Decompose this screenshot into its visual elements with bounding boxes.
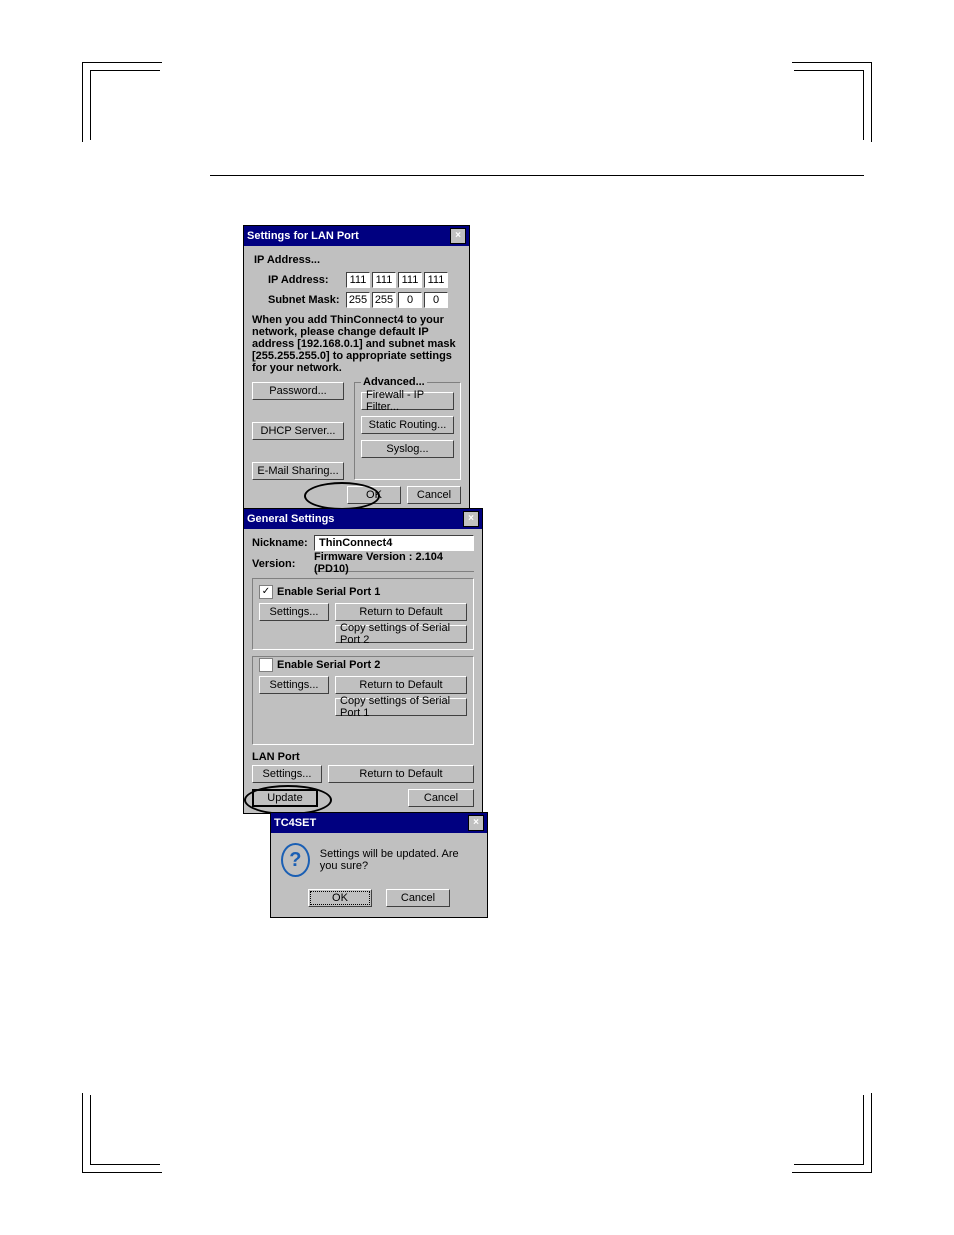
version-text: Firmware Version : 2.104 (PD10)	[314, 555, 474, 572]
checkbox-serial-port-1[interactable]: ✓	[259, 585, 273, 599]
syslog-button[interactable]: Syslog...	[361, 440, 454, 458]
ok-button[interactable]: OK	[347, 486, 401, 504]
ip-octet-4[interactable]: 111	[424, 272, 448, 288]
dhcp-server-button[interactable]: DHCP Server...	[252, 422, 344, 440]
dialog-title: Settings for LAN Port	[247, 230, 359, 242]
close-icon[interactable]: ×	[468, 815, 484, 831]
sp1-copy-sp2-button[interactable]: Copy settings of Serial Port 2	[335, 625, 467, 643]
password-button[interactable]: Password...	[252, 382, 344, 400]
mask-octet-2[interactable]: 255	[372, 292, 396, 308]
lan-return-default-button[interactable]: Return to Default	[328, 765, 474, 783]
close-icon[interactable]: ×	[450, 228, 466, 244]
checkbox-serial-port-2[interactable]	[259, 658, 273, 672]
label-subnet-mask: Subnet Mask:	[268, 294, 346, 306]
label-nickname: Nickname:	[252, 537, 314, 549]
nickname-field[interactable]: ThinConnect4	[314, 535, 474, 551]
group-ip-address: IP Address...	[254, 254, 461, 266]
label-version: Version:	[252, 558, 314, 570]
label-serial-port-1: Enable Serial Port 1	[277, 586, 380, 598]
sp2-settings-button[interactable]: Settings...	[259, 676, 329, 694]
dialog-general-settings: General Settings × Nickname: ThinConnect…	[243, 508, 483, 814]
cancel-button[interactable]: Cancel	[386, 889, 450, 907]
sp1-settings-button[interactable]: Settings...	[259, 603, 329, 621]
label-lan-port: LAN Port	[252, 751, 474, 763]
titlebar: General Settings ×	[244, 509, 482, 529]
label-ip-address: IP Address:	[268, 274, 346, 286]
cancel-button[interactable]: Cancel	[407, 486, 461, 504]
mask-octet-3[interactable]: 0	[398, 292, 422, 308]
dialog-title: TC4SET	[274, 817, 316, 829]
sp2-copy-sp1-button[interactable]: Copy settings of Serial Port 1	[335, 698, 467, 716]
question-icon: ?	[281, 843, 310, 877]
confirm-message: Settings will be updated. Are you sure?	[320, 848, 477, 872]
lan-settings-button[interactable]: Settings...	[252, 765, 322, 783]
ip-octet-2[interactable]: 111	[372, 272, 396, 288]
static-routing-button[interactable]: Static Routing...	[361, 416, 454, 434]
dialog-confirm: TC4SET × ? Settings will be updated. Are…	[270, 812, 488, 918]
cancel-button[interactable]: Cancel	[408, 789, 474, 807]
ip-octet-1[interactable]: 111	[346, 272, 370, 288]
dialog-lan-port-settings: Settings for LAN Port × IP Address... IP…	[243, 225, 470, 509]
note-text: When you add ThinConnect4 to your networ…	[252, 314, 461, 374]
group-advanced: Advanced...	[361, 376, 427, 388]
label-serial-port-2: Enable Serial Port 2	[277, 659, 380, 671]
sp2-return-default-button[interactable]: Return to Default	[335, 676, 467, 694]
email-sharing-button[interactable]: E-Mail Sharing...	[252, 462, 344, 480]
ok-button[interactable]: OK	[308, 889, 372, 907]
titlebar: TC4SET ×	[271, 813, 487, 833]
mask-octet-1[interactable]: 255	[346, 292, 370, 308]
dialog-title: General Settings	[247, 513, 334, 525]
ip-octet-3[interactable]: 111	[398, 272, 422, 288]
firewall-button[interactable]: Firewall - IP Filter...	[361, 392, 454, 410]
close-icon[interactable]: ×	[463, 511, 479, 527]
mask-octet-4[interactable]: 0	[424, 292, 448, 308]
titlebar: Settings for LAN Port ×	[244, 226, 469, 246]
sp1-return-default-button[interactable]: Return to Default	[335, 603, 467, 621]
update-button[interactable]: Update	[252, 789, 318, 807]
